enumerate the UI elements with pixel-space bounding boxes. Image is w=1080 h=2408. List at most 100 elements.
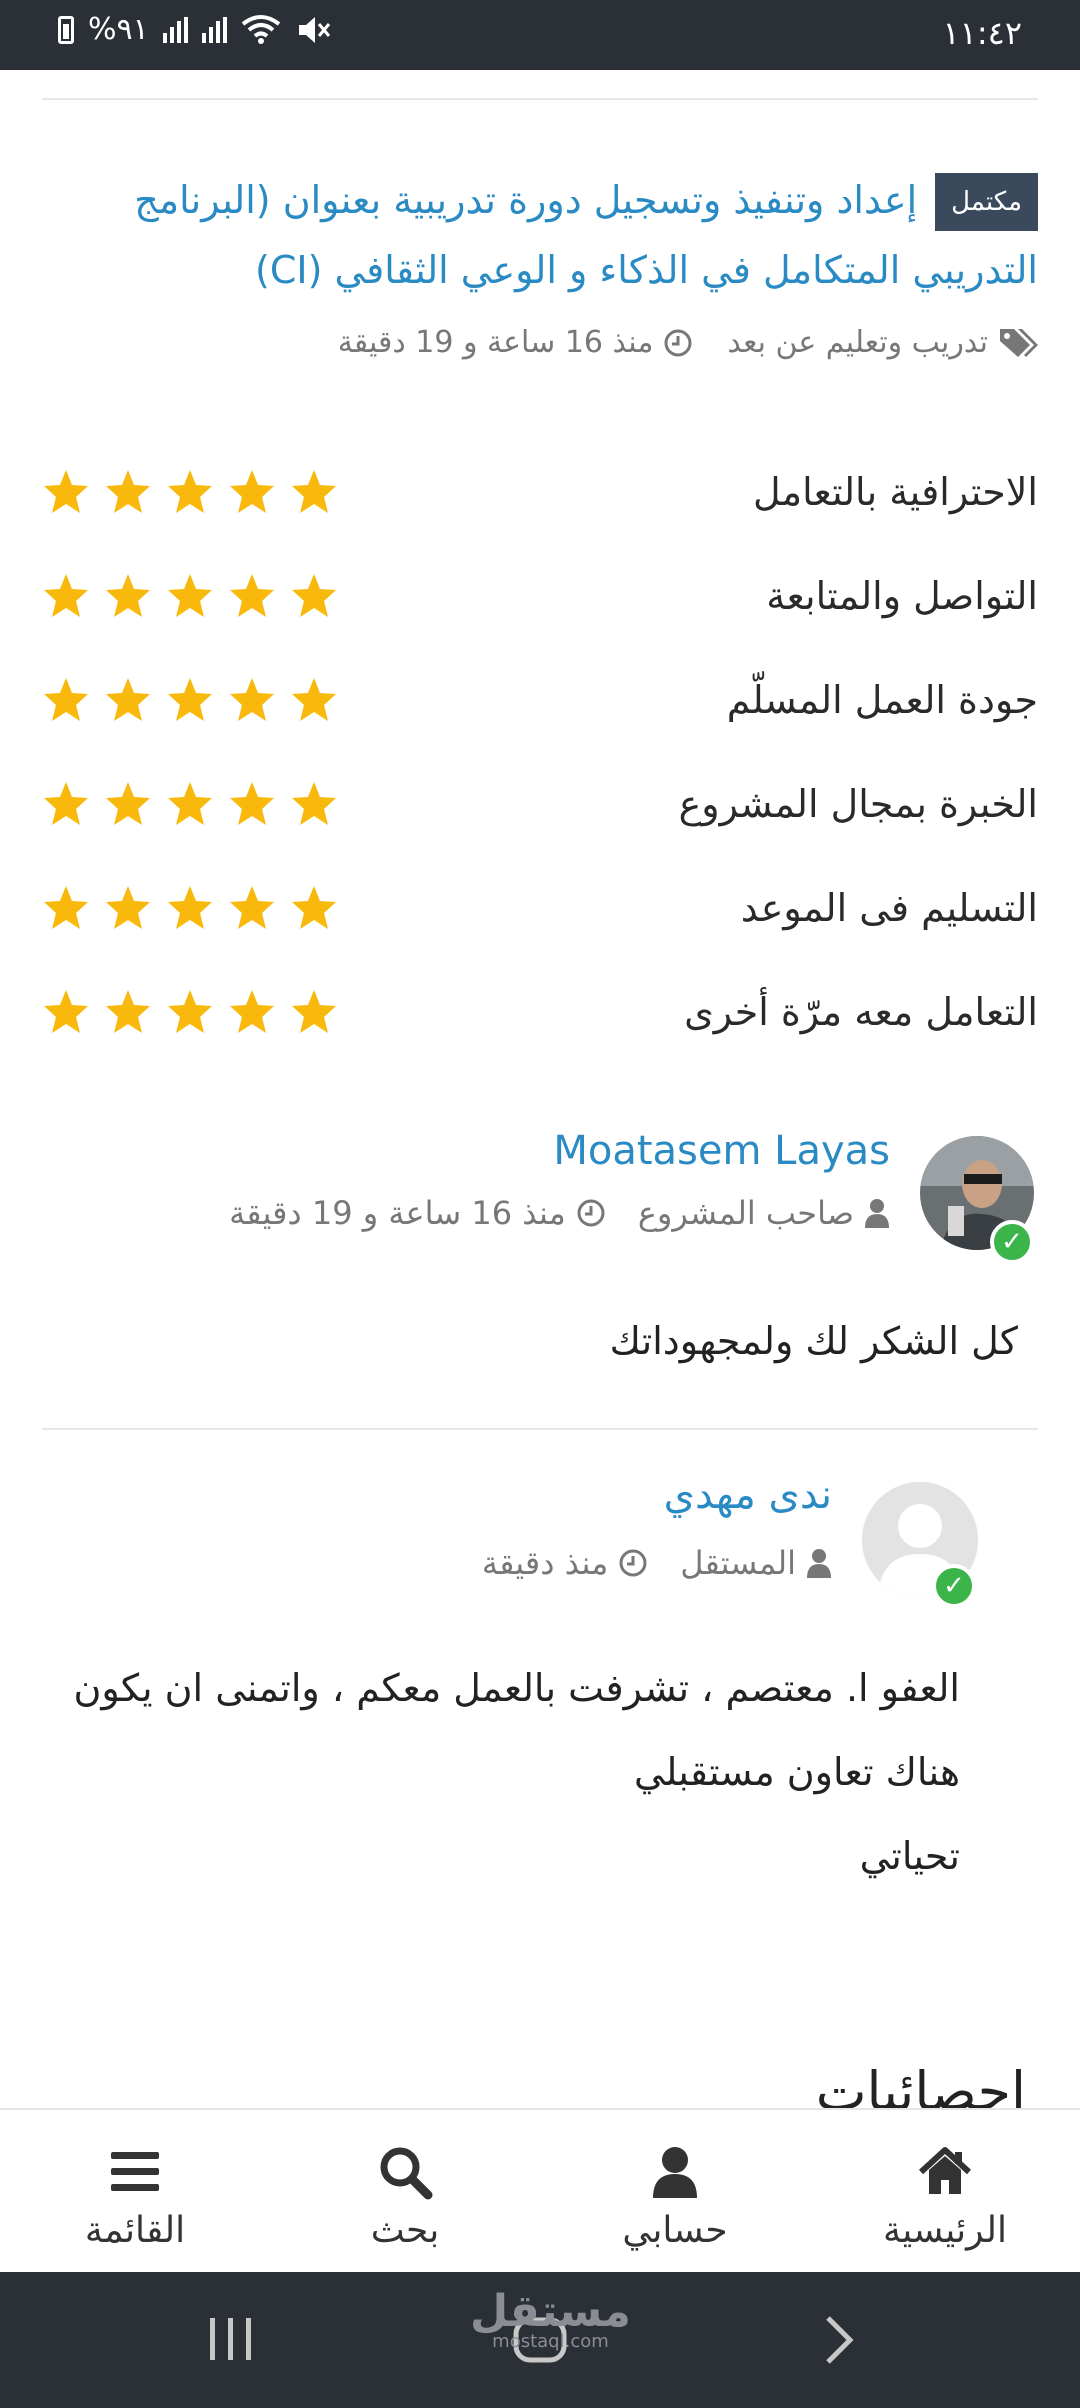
star-icon xyxy=(292,574,336,617)
back-icon[interactable] xyxy=(820,2314,856,2366)
star-icon xyxy=(44,886,88,929)
nav-menu[interactable]: القائمة xyxy=(0,2110,270,2274)
rating-label: الاحترافية بالتعامل xyxy=(752,470,1038,514)
battery-icon xyxy=(58,15,74,44)
star-icon xyxy=(44,574,88,617)
mute-icon xyxy=(298,16,330,43)
author-name-link[interactable]: Moatasem Layas xyxy=(553,1128,890,1174)
nav-account-label: حسابي xyxy=(622,2210,728,2251)
rating-label: الخبرة بمجال المشروع xyxy=(678,782,1038,826)
user-icon xyxy=(807,1549,831,1578)
rating-label: التواصل والمتابعة xyxy=(766,574,1038,618)
category-link[interactable]: تدريب وتعليم عن بعد xyxy=(727,325,988,360)
star-icon xyxy=(168,990,212,1033)
comment-text: العفو ا. معتصم ، تشرفت بالعمل معكم ، وات… xyxy=(73,1646,960,1898)
rating-row: جودة العمل المسلّم xyxy=(42,648,1038,752)
comment-line: هناك تعاون مستقبلي xyxy=(634,1750,960,1794)
author-name-link[interactable]: ندى مهدي xyxy=(664,1472,832,1518)
star-icon xyxy=(230,574,274,617)
star-rating xyxy=(42,468,338,516)
star-icon xyxy=(168,782,212,825)
star-icon xyxy=(44,990,88,1033)
status-icons: %٩١ xyxy=(58,12,331,47)
star-icon xyxy=(106,782,150,825)
star-icon xyxy=(106,574,150,617)
rating-label: التعامل معه مرّة أخرى xyxy=(684,990,1038,1034)
nav-account[interactable]: حسابي xyxy=(540,2110,810,2274)
star-rating xyxy=(42,780,338,828)
star-icon xyxy=(168,470,212,513)
signal-icon xyxy=(162,16,188,43)
user-icon xyxy=(865,1199,889,1228)
watermark: مستقل mostaql.com xyxy=(470,2286,631,2352)
watermark-domain: mostaql.com xyxy=(492,2331,609,2352)
star-rating xyxy=(42,676,338,724)
star-icon xyxy=(230,678,274,721)
star-icon xyxy=(106,886,150,929)
menu-icon xyxy=(111,2152,159,2191)
star-rating xyxy=(42,988,338,1036)
project-meta: تدريب وتعليم عن بعد منذ 16 ساعة و 19 دقي… xyxy=(338,325,1038,360)
nav-home-label: الرئيسية xyxy=(883,2210,1007,2251)
star-rating xyxy=(42,572,338,620)
star-icon xyxy=(292,782,336,825)
project-header: مكتمل إعداد وتنفيذ وتسجيل دورة تدريبية ب… xyxy=(38,165,1038,305)
status-badge: مكتمل xyxy=(935,173,1038,231)
star-icon xyxy=(292,470,336,513)
rating-row: التعامل معه مرّة أخرى xyxy=(42,960,1038,1064)
star-icon xyxy=(44,678,88,721)
author-role: صاحب المشروع xyxy=(637,1194,854,1232)
nav-home[interactable]: الرئيسية xyxy=(810,2110,1080,2274)
rating-row: التسليم فى الموعد xyxy=(42,856,1038,960)
star-icon xyxy=(230,470,274,513)
status-bar: %٩١ ١١:٤٢ xyxy=(0,0,1080,70)
clock-icon xyxy=(664,329,692,356)
star-icon xyxy=(230,782,274,825)
comment-time: منذ دقيقة xyxy=(481,1544,609,1582)
wifi-icon xyxy=(241,14,280,44)
tags-icon xyxy=(1000,328,1038,357)
star-icon xyxy=(292,678,336,721)
comment-line: تحياتي xyxy=(859,1834,960,1878)
rating-row: التواصل والمتابعة xyxy=(42,544,1038,648)
rating-label: جودة العمل المسلّم xyxy=(726,678,1038,722)
home-icon xyxy=(918,2147,972,2194)
star-icon xyxy=(292,886,336,929)
rating-label: التسليم فى الموعد xyxy=(740,886,1038,930)
rating-row: الاحترافية بالتعامل xyxy=(42,440,1038,544)
verified-icon: ✓ xyxy=(990,1220,1034,1264)
search-icon xyxy=(380,2147,433,2200)
nav-search[interactable]: بحث xyxy=(270,2110,540,2274)
verified-icon: ✓ xyxy=(932,1564,976,1608)
recent-apps-icon[interactable] xyxy=(206,2316,256,2362)
star-icon xyxy=(230,990,274,1033)
star-icon xyxy=(106,470,150,513)
comment-line: العفو ا. معتصم ، تشرفت بالعمل معكم ، وات… xyxy=(73,1666,960,1710)
nav-search-label: بحث xyxy=(370,2210,440,2251)
bottom-nav: الرئيسية حسابي بحث القائمة xyxy=(0,2108,1080,2274)
comment-divider xyxy=(42,1428,1038,1430)
star-icon xyxy=(44,470,88,513)
comment-line: كل الشكر لك ولمجهوداتك xyxy=(609,1319,1018,1363)
author-role: المستقل xyxy=(680,1544,796,1582)
star-icon xyxy=(106,678,150,721)
nav-menu-label: القائمة xyxy=(84,2210,186,2251)
comment-time: منذ 16 ساعة و 19 دقيقة xyxy=(229,1194,566,1232)
project-title-link[interactable]: إعداد وتنفيذ وتسجيل دورة تدريبية بعنوان … xyxy=(38,165,1038,305)
star-icon xyxy=(168,574,212,617)
comment-text: كل الشكر لك ولمجهوداتك xyxy=(610,1300,1018,1383)
star-rating xyxy=(42,884,338,932)
star-icon xyxy=(44,782,88,825)
star-icon xyxy=(292,990,336,1033)
signal-2-icon xyxy=(201,16,227,43)
star-icon xyxy=(106,990,150,1033)
ratings-list: الاحترافية بالتعامل التواصل والمتابعة جودة… xyxy=(42,440,1038,1064)
clock-icon xyxy=(619,1549,647,1577)
watermark-text: مستقل xyxy=(470,2286,631,2337)
user-icon xyxy=(653,2147,697,2198)
star-icon xyxy=(168,886,212,929)
comment-meta: صاحب المشروع منذ 16 ساعة و 19 دقيقة xyxy=(229,1194,890,1232)
star-icon xyxy=(230,886,274,929)
project-time: منذ 16 ساعة و 19 دقيقة xyxy=(337,325,654,360)
rating-row: الخبرة بمجال المشروع xyxy=(42,752,1038,856)
